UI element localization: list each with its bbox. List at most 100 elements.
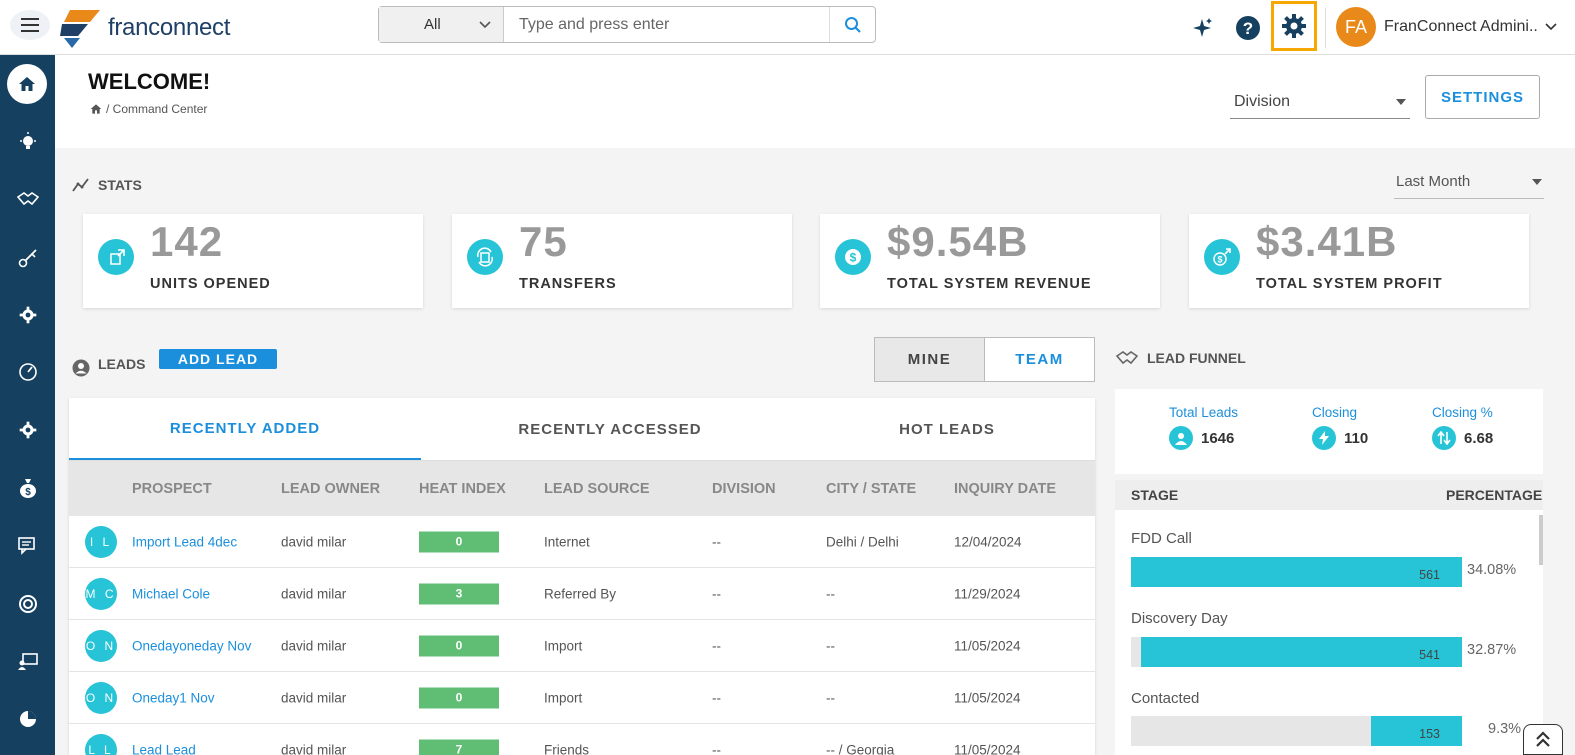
table-row[interactable]: L L Lead Lead david milar 7 Friends -- -…: [69, 724, 1095, 755]
ai-sparkle-button[interactable]: [1182, 8, 1222, 48]
sidebar-item-reports[interactable]: [0, 699, 55, 739]
global-search: All: [378, 6, 876, 43]
caret-down-icon: [1396, 98, 1406, 105]
division: --: [712, 690, 721, 705]
prospect-link[interactable]: Import Lead 4dec: [132, 534, 237, 549]
logo-mark-icon: [60, 10, 100, 48]
lead-initials-avatar: L L: [85, 733, 117, 755]
sidebar-item-training[interactable]: [0, 642, 55, 682]
sidebar-item-admin[interactable]: [0, 410, 55, 450]
stat-card-total-system-profit[interactable]: $ $3.41B TOTAL SYSTEM PROFIT: [1189, 214, 1529, 308]
table-row[interactable]: M C Michael Cole david milar 3 Referred …: [69, 568, 1095, 620]
city-state: --: [826, 690, 835, 705]
column-header-lead-owner[interactable]: LEAD OWNER: [281, 481, 380, 497]
heat-index-badge: 7: [419, 739, 499, 755]
sparkle-icon: [1193, 17, 1212, 37]
avatar: FA: [1336, 7, 1376, 47]
lead-initials-avatar: M C: [85, 577, 117, 610]
funnel-scrollbar[interactable]: [1539, 515, 1543, 565]
sidebar-item-support[interactable]: [0, 584, 55, 624]
stage-name: Discovery Day: [1131, 610, 1228, 627]
table-row[interactable]: O N Oneday1 Nov david milar 0 Import -- …: [69, 672, 1095, 724]
units-opened-icon: [98, 239, 134, 275]
svg-text:$: $: [25, 487, 31, 498]
stat-card-transfers[interactable]: 75 TRANSFERS: [452, 214, 792, 308]
sidebar-item-home[interactable]: [7, 64, 47, 104]
stat-value: 142: [150, 218, 224, 265]
funnel-summary-total-leads: Total Leads 1646: [1169, 405, 1238, 450]
help-button[interactable]: ?: [1228, 8, 1268, 48]
franconnect-logo[interactable]: franconnect: [60, 8, 230, 48]
toggle-team[interactable]: TEAM: [985, 338, 1094, 381]
lead-source: Internet: [544, 534, 590, 549]
search-button[interactable]: [829, 7, 875, 42]
settings-gear-button[interactable]: [1271, 1, 1317, 51]
sidebar-item-finance[interactable]: $: [0, 468, 55, 508]
prospect-link[interactable]: Onedayoneday Nov: [132, 638, 251, 653]
chevron-down-icon: [479, 20, 491, 28]
period-select[interactable]: Last Month: [1394, 165, 1544, 199]
tab-recently-added[interactable]: RECENTLY ADDED: [69, 398, 421, 460]
scroll-to-top-button[interactable]: [1523, 724, 1563, 755]
column-header-prospect[interactable]: PROSPECT: [132, 481, 212, 497]
sidebar-item-dashboard[interactable]: [0, 352, 55, 392]
column-header-division[interactable]: DIVISION: [712, 481, 776, 497]
user-menu[interactable]: FA FranConnect Admini...: [1336, 6, 1557, 48]
header-divider: [1325, 8, 1326, 48]
stat-card-total-system-revenue[interactable]: $ $9.54B TOTAL SYSTEM REVENUE: [820, 214, 1160, 308]
funnel-stages: FDD Call 561 34.08% Discovery Day 541 32…: [1115, 510, 1543, 755]
lead-source: Import: [544, 638, 583, 653]
home-icon[interactable]: [90, 103, 102, 115]
prospect-link[interactable]: Michael Cole: [132, 586, 210, 601]
prospect-link[interactable]: Oneday1 Nov: [132, 690, 215, 705]
leads-tabs: RECENTLY ADDED RECENTLY ACCESSED HOT LEA…: [69, 398, 1095, 461]
leads-label: LEADS: [98, 356, 146, 372]
lightbulb-icon: [19, 132, 36, 149]
column-header-lead-source[interactable]: LEAD SOURCE: [544, 481, 650, 497]
leads-panel: RECENTLY ADDED RECENTLY ACCESSED HOT LEA…: [69, 398, 1095, 755]
gear-icon: [1282, 14, 1306, 38]
search-input[interactable]: [504, 7, 829, 42]
search-scope-select[interactable]: All: [379, 7, 504, 42]
inquiry-date: 11/05/2024: [954, 690, 1021, 705]
lead-source: Referred By: [544, 586, 617, 601]
chevron-down-icon: [1545, 23, 1557, 31]
gear-icon: [19, 306, 36, 324]
tab-recently-accessed[interactable]: RECENTLY ACCESSED: [421, 398, 799, 460]
toggle-mine[interactable]: MINE: [875, 338, 985, 381]
tab-hot-leads[interactable]: HOT LEADS: [799, 398, 1095, 460]
sidebar-item-deals[interactable]: [0, 179, 55, 219]
handshake-icon: [16, 192, 39, 206]
heat-index-badge: 0: [419, 687, 499, 708]
city-state: --: [826, 638, 835, 653]
prospect-link[interactable]: Lead Lead: [132, 742, 196, 755]
settings-button[interactable]: SETTINGS: [1425, 75, 1540, 119]
stage-bar-fill: [1141, 637, 1462, 667]
sidebar-item-keys[interactable]: [0, 238, 55, 278]
handshake-icon: [1115, 351, 1139, 365]
stage-name: Contacted: [1131, 690, 1200, 707]
city-state: -- / Georgia: [826, 742, 895, 755]
table-row[interactable]: I L Import Lead 4dec david milar 0 Inter…: [69, 516, 1095, 568]
funnel-summary: Total Leads 1646 Closing 110 Closing % 6…: [1115, 389, 1543, 474]
sort-arrows-icon: [1432, 426, 1456, 450]
add-lead-button[interactable]: ADD LEAD: [159, 349, 277, 369]
stats-label: STATS: [98, 177, 142, 193]
sidebar-item-ideas[interactable]: [0, 122, 55, 162]
lead-source: Import: [544, 690, 583, 705]
column-header-inquiry-date[interactable]: INQUIRY DATE: [954, 481, 1056, 497]
pie-chart-icon: [19, 711, 36, 727]
division-select[interactable]: Division: [1230, 85, 1410, 119]
hamburger-menu-icon[interactable]: [10, 10, 50, 40]
lead-initials-avatar: O N: [85, 629, 117, 662]
breadcrumb: / Command Center: [90, 102, 207, 116]
profit-icon: $: [1204, 239, 1240, 275]
stat-card-units-opened[interactable]: 142 UNITS OPENED: [83, 214, 423, 308]
sidebar-item-settings[interactable]: [0, 295, 55, 335]
stage-count: 541: [1419, 648, 1440, 662]
column-header-city-state[interactable]: CITY / STATE: [826, 481, 916, 497]
column-header-heat-index[interactable]: HEAT INDEX: [419, 481, 506, 497]
table-row[interactable]: O N Onedayoneday Nov david milar 0 Impor…: [69, 620, 1095, 672]
sidebar-item-messages[interactable]: [0, 526, 55, 566]
breadcrumb-current: / Command Center: [106, 102, 208, 116]
